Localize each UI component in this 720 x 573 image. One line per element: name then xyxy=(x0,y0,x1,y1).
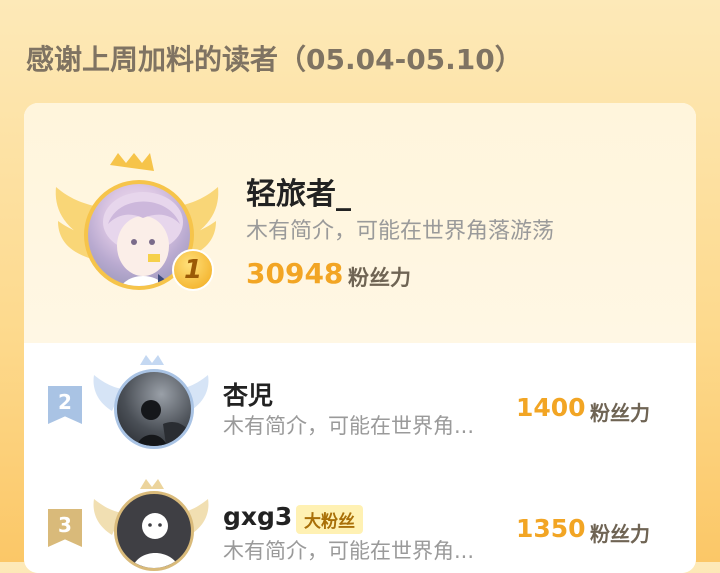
reader-ranking-card: 1 轻旅者_ 木有简介，可能在世界角落游荡 30948 粉丝力 2 杏児 木有简… xyxy=(24,103,696,573)
fan-power-score: 1350 xyxy=(516,514,586,543)
page-title: 感谢上周加料的读者（05.04-05.10） xyxy=(26,43,523,76)
reader-bio: 木有简介，可能在世界角... xyxy=(223,539,475,563)
reader-name[interactable]: 杏児 xyxy=(223,376,273,412)
fan-power-score: 30948 xyxy=(246,257,344,290)
avatar[interactable] xyxy=(114,491,194,571)
reader-bio: 木有简介，可能在世界角落游荡 xyxy=(246,219,555,244)
avatar[interactable] xyxy=(114,369,194,449)
reader-name[interactable]: 轻旅者_ xyxy=(246,169,351,213)
rank-1-badge: 1 xyxy=(172,249,214,291)
fan-power-unit: 粉丝力 xyxy=(348,266,411,290)
fan-power-unit: 粉丝力 xyxy=(590,401,650,425)
reader-bio: 木有简介，可能在世界角... xyxy=(223,414,475,438)
reader-name[interactable]: gxg3 xyxy=(223,502,292,531)
big-fan-badge: 大粉丝 xyxy=(296,505,363,534)
fan-power-unit: 粉丝力 xyxy=(590,522,650,546)
fan-power-score: 1400 xyxy=(516,393,586,422)
